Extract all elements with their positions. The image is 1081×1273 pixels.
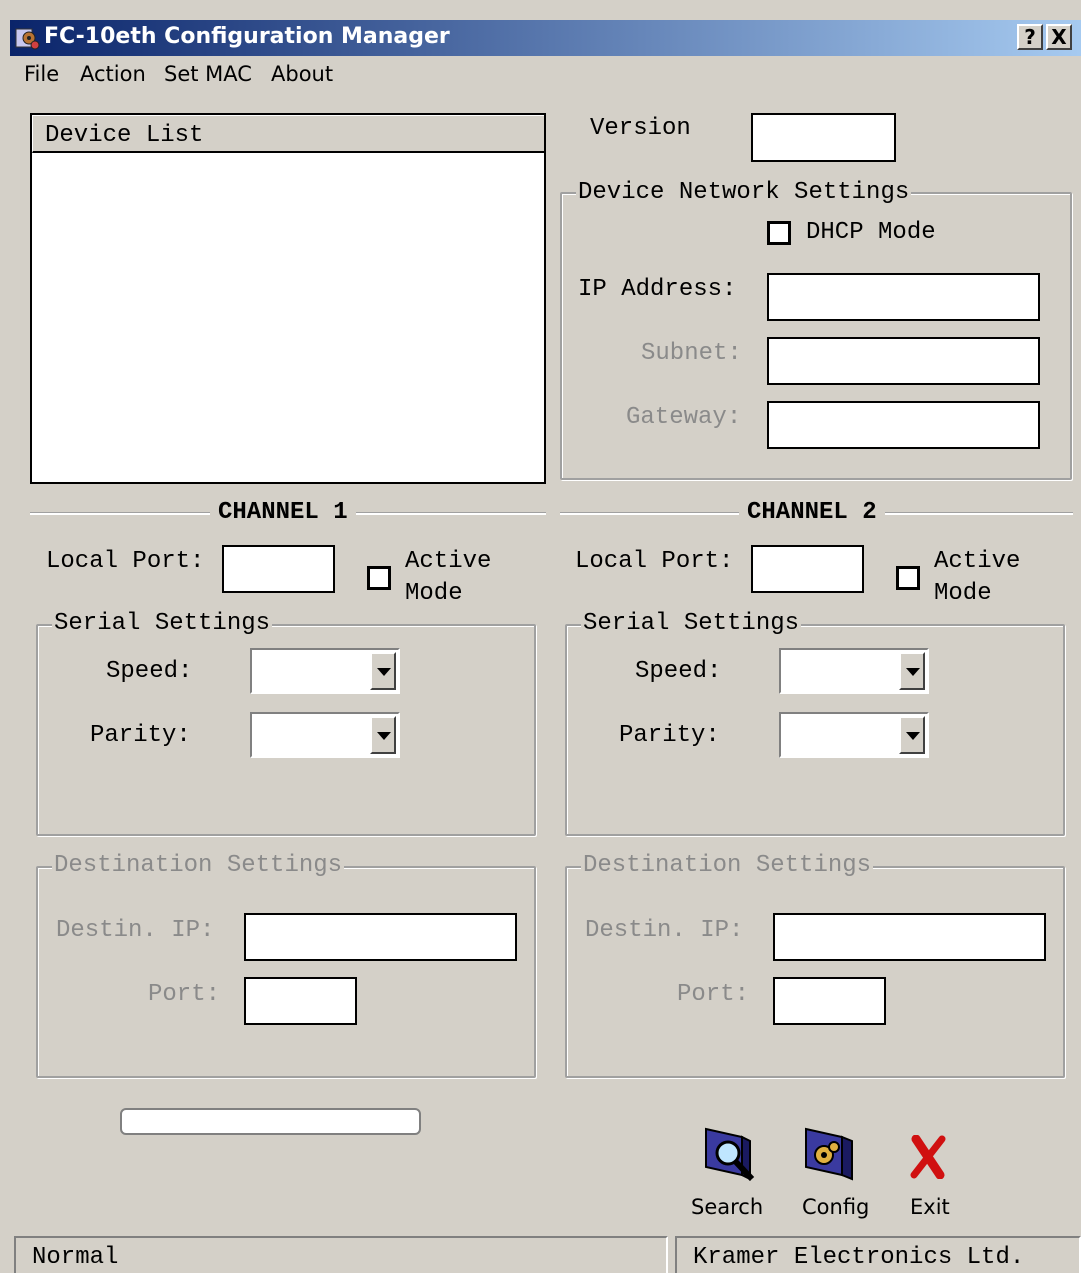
channel2-mode-label: Mode [934, 580, 992, 607]
menu-file[interactable]: File [24, 62, 59, 86]
channel1-destination-legend: Destination Settings [52, 852, 345, 879]
device-list[interactable]: Device List [30, 113, 546, 484]
channel2-active-label: Active [934, 548, 1021, 575]
channel2-active-mode-checkbox[interactable] [896, 566, 920, 590]
channel2-dest-ip-input[interactable] [773, 913, 1046, 961]
device-list-header-label: Device List [45, 122, 204, 149]
status-left-text: Normal [32, 1244, 119, 1271]
subnet-input[interactable] [767, 337, 1040, 385]
chevron-down-icon[interactable] [370, 652, 396, 690]
version-field [751, 113, 896, 162]
channel2-dest-port-label: Port: [677, 981, 750, 1008]
red-x-icon [910, 1135, 946, 1179]
search-button[interactable]: Search [688, 1125, 764, 1225]
channel1-dest-port-input[interactable] [244, 977, 357, 1025]
exit-button[interactable]: Exit [906, 1125, 956, 1225]
dhcp-label: DHCP Mode [806, 219, 936, 246]
channel2-parity-label: Parity: [619, 722, 720, 749]
channel1-serial-legend: Serial Settings [52, 610, 273, 637]
status-right-text: Kramer Electronics Ltd. [693, 1244, 1025, 1271]
gear-monitor-icon [805, 1127, 853, 1181]
gateway-input[interactable] [767, 401, 1040, 449]
chevron-down-icon[interactable] [370, 716, 396, 754]
app-gear-icon [15, 28, 40, 50]
channel1-dest-ip-input[interactable] [244, 913, 517, 961]
channel1-active-mode-checkbox[interactable] [367, 566, 391, 590]
version-label: Version [590, 115, 691, 142]
channel2-parity-select[interactable] [779, 712, 929, 758]
channel1-local-port-label: Local Port: [46, 548, 205, 575]
channel2-dest-ip-label: Destin. IP: [585, 917, 744, 944]
search-button-label: Search [691, 1195, 764, 1219]
channel1-dest-ip-label: Destin. IP: [56, 917, 215, 944]
ip-address-input[interactable] [767, 273, 1040, 321]
dhcp-checkbox[interactable] [767, 221, 791, 245]
channel1-destination-group [36, 866, 536, 1078]
menu-action[interactable]: Action [80, 62, 146, 86]
config-button-label: Config [802, 1195, 870, 1219]
exit-button-label: Exit [910, 1195, 950, 1219]
menu-set-mac[interactable]: Set MAC [164, 62, 252, 86]
channel1-mode-label: Mode [405, 580, 463, 607]
channel2-destination-legend: Destination Settings [581, 852, 874, 879]
channel1-speed-select[interactable] [250, 648, 400, 694]
network-settings-legend: Device Network Settings [576, 179, 912, 206]
channel2-serial-legend: Serial Settings [581, 610, 802, 637]
ip-address-label: IP Address: [578, 276, 737, 303]
channel2-destination-group [565, 866, 1065, 1078]
subnet-label: Subnet: [641, 340, 742, 367]
channel1-parity-label: Parity: [90, 722, 191, 749]
channel1-active-label: Active [405, 548, 492, 575]
progress-bar [120, 1108, 421, 1135]
channel2-title: CHANNEL 2 [739, 499, 885, 526]
chevron-down-icon[interactable] [899, 652, 925, 690]
channel1-speed-label: Speed: [106, 658, 193, 685]
device-list-header[interactable]: Device List [32, 115, 544, 153]
channel2-speed-label: Speed: [635, 658, 722, 685]
channel1-parity-select[interactable] [250, 712, 400, 758]
channel2-dest-port-input[interactable] [773, 977, 886, 1025]
channel1-title: CHANNEL 1 [210, 499, 356, 526]
channel2-speed-select[interactable] [779, 648, 929, 694]
gateway-label: Gateway: [626, 404, 742, 431]
close-button[interactable]: X [1046, 24, 1072, 50]
menu-about[interactable]: About [271, 62, 333, 86]
title-bar[interactable]: FC-10eth Configuration Manager ? X [10, 20, 1081, 56]
config-button[interactable]: Config [798, 1125, 874, 1225]
status-left-pane: Normal [14, 1236, 668, 1273]
magnifier-monitor-icon [705, 1127, 755, 1182]
status-right-pane: Kramer Electronics Ltd. [675, 1236, 1081, 1273]
channel2-local-port-input[interactable] [751, 545, 864, 593]
channel1-local-port-input[interactable] [222, 545, 335, 593]
window-title: FC-10eth Configuration Manager [44, 24, 450, 49]
channel1-dest-port-label: Port: [148, 981, 221, 1008]
chevron-down-icon[interactable] [899, 716, 925, 754]
help-button[interactable]: ? [1017, 24, 1043, 50]
channel2-local-port-label: Local Port: [575, 548, 734, 575]
